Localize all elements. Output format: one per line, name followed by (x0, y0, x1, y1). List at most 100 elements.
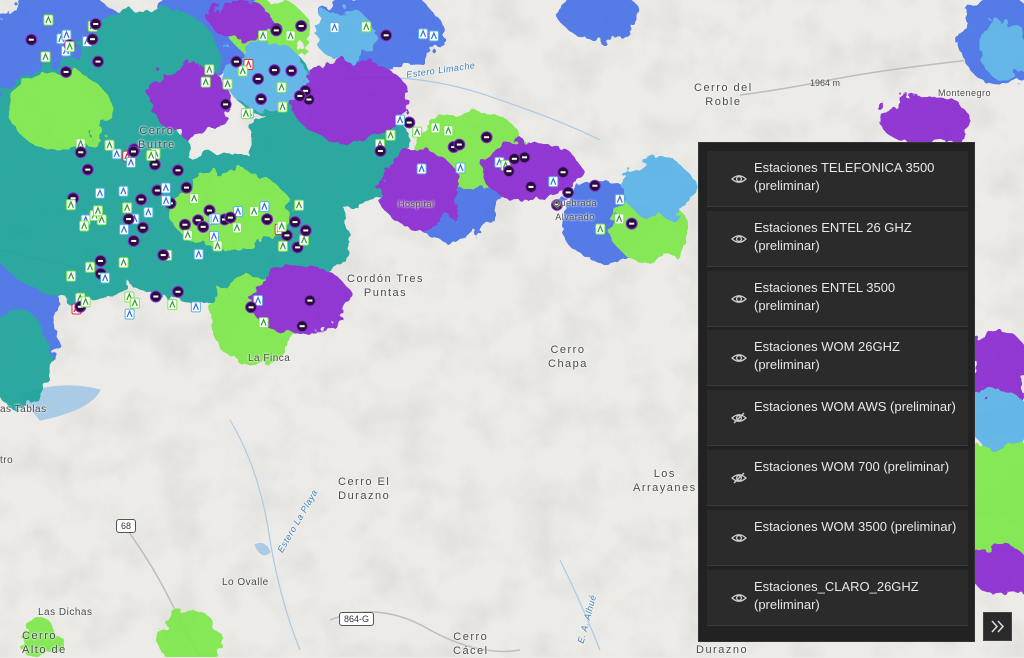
tower-icon-blue[interactable] (208, 230, 219, 242)
tower-icon-blue[interactable] (143, 206, 154, 218)
layer-item[interactable]: Estaciones WOM AWS (preliminar) (707, 390, 968, 447)
layer-item[interactable]: Estaciones ENTEL 26 GHZ (preliminar) (707, 210, 968, 267)
tower-icon-blue[interactable] (190, 301, 201, 313)
tower-icon-green[interactable] (146, 150, 157, 162)
tower-icon-blue[interactable] (118, 185, 129, 197)
tower-icon-green[interactable] (249, 205, 260, 217)
tower-icon-purple[interactable] (295, 20, 308, 33)
tower-icon-purple[interactable] (625, 217, 638, 230)
tower-icon-green[interactable] (276, 81, 287, 93)
tower-icon-green[interactable] (614, 213, 625, 225)
tower-icon-purple[interactable] (374, 144, 387, 157)
tower-icon-blue[interactable] (160, 182, 171, 194)
tower-icon-purple[interactable] (171, 164, 184, 177)
tower-icon-purple[interactable] (453, 138, 466, 151)
layer-item[interactable]: Estaciones WOM 3500 (preliminar) (707, 509, 968, 566)
tower-icon-purple[interactable] (224, 211, 237, 224)
tower-icon-purple[interactable] (127, 234, 140, 247)
tower-icon-blue[interactable] (329, 22, 340, 34)
tower-icon-purple[interactable] (299, 224, 312, 237)
tower-icon-purple[interactable] (303, 294, 316, 307)
tower-icon-purple[interactable] (252, 72, 265, 85)
tower-icon-purple[interactable] (94, 254, 107, 267)
tower-icon-blue[interactable] (193, 248, 204, 260)
tower-icon-green[interactable] (66, 270, 77, 282)
tower-icon-blue[interactable] (61, 29, 72, 41)
tower-icon-green[interactable] (240, 108, 251, 120)
tower-icon-green[interactable] (129, 297, 140, 309)
layer-item[interactable]: Estaciones ENTEL 3500 (preliminar) (707, 270, 968, 327)
layer-item[interactable]: Estaciones WOM 26GHZ (preliminar) (707, 330, 968, 387)
tower-icon-green[interactable] (92, 205, 103, 217)
tower-icon-purple[interactable] (403, 116, 416, 129)
tower-icon-purple[interactable] (178, 218, 191, 231)
tower-icon-blue[interactable] (119, 224, 130, 236)
tower-icon-blue[interactable] (428, 30, 439, 42)
tower-icon-blue[interactable] (259, 201, 270, 213)
tower-icon-green[interactable] (80, 296, 91, 308)
tower-icon-purple[interactable] (518, 151, 531, 164)
tower-icon-purple[interactable] (296, 320, 309, 333)
tower-icon-blue[interactable] (614, 194, 625, 206)
tower-icon-purple[interactable] (230, 55, 243, 68)
tower-icon-blue[interactable] (94, 187, 105, 199)
tower-icon-green[interactable] (237, 65, 248, 77)
tower-icon-blue[interactable] (548, 176, 559, 188)
layer-item[interactable]: Estaciones_CLARO_26GHZ (preliminar) (707, 569, 968, 626)
tower-icon-purple[interactable] (480, 131, 493, 144)
tower-icon-purple[interactable] (285, 64, 298, 77)
tower-icon-green[interactable] (122, 202, 133, 214)
tower-icon-purple[interactable] (81, 163, 94, 176)
tower-icon-purple[interactable] (268, 64, 281, 77)
layer-item[interactable]: Estaciones WOM 700 (preliminar) (707, 450, 968, 506)
tower-icon-purple[interactable] (60, 65, 73, 78)
eye-icon[interactable] (731, 530, 747, 546)
eye-icon[interactable] (731, 231, 747, 247)
tower-icon-green[interactable] (361, 21, 372, 33)
tower-icon-purple[interactable] (74, 146, 87, 159)
tower-icon-green[interactable] (43, 14, 54, 26)
tower-icon-green[interactable] (200, 76, 211, 88)
tower-icon-blue[interactable] (124, 308, 135, 320)
tower-icon-blue[interactable] (210, 213, 221, 225)
layer-item[interactable]: Estaciones TELEFONICA 3500 (preliminar) (707, 151, 968, 207)
tower-icon-purple[interactable] (92, 55, 105, 68)
tower-icon-blue[interactable] (395, 114, 406, 126)
tower-icon-purple[interactable] (261, 213, 274, 226)
tower-icon-green[interactable] (222, 78, 233, 90)
collapse-panel-button[interactable] (983, 612, 1012, 641)
tower-icon-green[interactable] (182, 229, 193, 241)
tower-icon-purple[interactable] (89, 18, 102, 31)
eye-off-icon[interactable] (731, 410, 747, 426)
tower-icon-blue[interactable] (125, 157, 136, 169)
tower-icon-blue[interactable] (418, 28, 429, 40)
tower-icon-green[interactable] (430, 122, 441, 134)
tower-icon-green[interactable] (65, 199, 76, 211)
tower-icon-green[interactable] (212, 240, 223, 252)
tower-icon-purple[interactable] (86, 33, 99, 46)
tower-icon-green[interactable] (276, 220, 287, 232)
tower-icon-purple[interactable] (171, 285, 184, 298)
tower-icon-purple[interactable] (122, 213, 135, 226)
tower-icon-purple[interactable] (508, 152, 521, 165)
tower-icon-green[interactable] (64, 41, 75, 53)
tower-icon-green[interactable] (85, 261, 96, 273)
tower-icon-green[interactable] (277, 240, 288, 252)
tower-icon-purple[interactable] (588, 179, 601, 192)
tower-icon-green[interactable] (277, 101, 288, 113)
tower-icon-green[interactable] (385, 129, 396, 141)
tower-icon-green[interactable] (167, 299, 178, 311)
tower-icon-green[interactable] (443, 125, 454, 137)
tower-icon-purple[interactable] (149, 290, 162, 303)
tower-icon-purple[interactable] (245, 301, 258, 314)
tower-icon-green[interactable] (79, 220, 90, 232)
tower-icon-blue[interactable] (161, 195, 172, 207)
tower-icon-green[interactable] (285, 30, 296, 42)
tower-icon-green[interactable] (258, 30, 269, 42)
tower-icon-purple[interactable] (293, 89, 306, 102)
eye-icon[interactable] (731, 291, 747, 307)
tower-icon-purple[interactable] (524, 180, 537, 193)
tower-icon-purple[interactable] (135, 193, 148, 206)
tower-icon-green[interactable] (294, 199, 305, 211)
tower-icon-blue[interactable] (100, 272, 111, 284)
